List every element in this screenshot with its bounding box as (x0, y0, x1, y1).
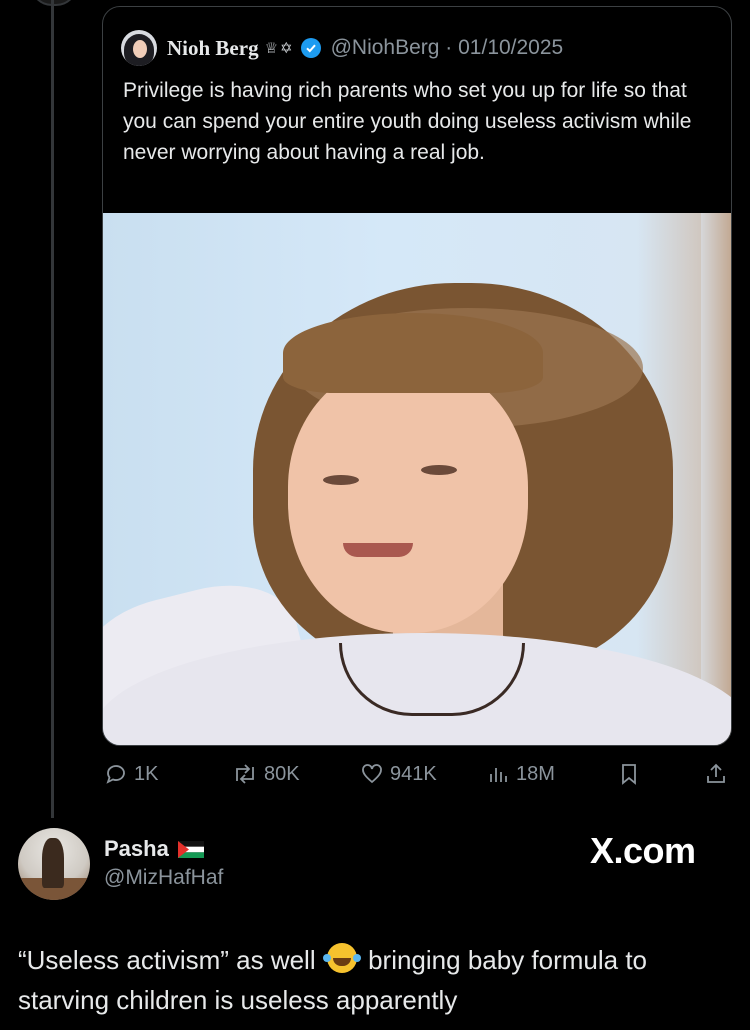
views-button[interactable]: 18M (488, 762, 555, 786)
post-action-bar: 1K 80K 941K 18M (104, 762, 730, 792)
repost-count: 80K (264, 762, 300, 785)
repost-button[interactable]: 80K (232, 762, 300, 786)
share-button[interactable] (704, 762, 734, 786)
like-count: 941K (390, 762, 437, 785)
reply-author-handle: @MizHafHaf (104, 866, 224, 889)
reply-author-name: Pasha (104, 836, 169, 861)
bookmark-icon (622, 764, 636, 785)
bookmark-button[interactable] (618, 762, 646, 786)
reply-icon (106, 765, 125, 784)
reply-count: 1K (134, 762, 159, 785)
laughing-emoji-icon (322, 943, 357, 973)
x-com-watermark: X.com (590, 830, 696, 871)
quoted-author-avatar[interactable] (121, 30, 157, 66)
like-button[interactable]: 941K (360, 762, 437, 786)
repost-icon (236, 764, 254, 784)
views-icon (490, 768, 507, 782)
quoted-post-photo[interactable] (103, 213, 731, 745)
reply-text-part-1: “Useless activism” as well (18, 945, 316, 975)
reply-text: “Useless activism” as well bringing baby… (18, 940, 738, 1020)
quoted-author-handle-date: @NiohBerg · 01/10/2025 (330, 36, 564, 59)
reply-author-avatar[interactable] (18, 828, 90, 900)
views-count: 18M (516, 762, 555, 785)
palestine-flag-icon (177, 840, 204, 858)
quoted-post-text: Privilege is having rich parents who set… (123, 79, 692, 164)
like-icon (362, 764, 382, 784)
reply-button[interactable]: 1K (104, 762, 158, 786)
thread-connector-line (51, 0, 54, 818)
name-emojis: ♕✡ (264, 40, 295, 57)
reply-author-name-row[interactable]: Pasha (104, 836, 204, 862)
previous-avatar-edge (30, 0, 78, 6)
quoted-post-header: Nioh Berg ♕✡ @NiohBerg · 01/10/2025 (121, 30, 564, 66)
verified-badge-icon (300, 38, 321, 58)
quoted-author-name[interactable]: Nioh Berg (167, 36, 259, 61)
quoted-post-card[interactable]: Nioh Berg ♕✡ @NiohBerg · 01/10/2025 Priv… (102, 6, 732, 746)
share-icon (707, 763, 725, 783)
